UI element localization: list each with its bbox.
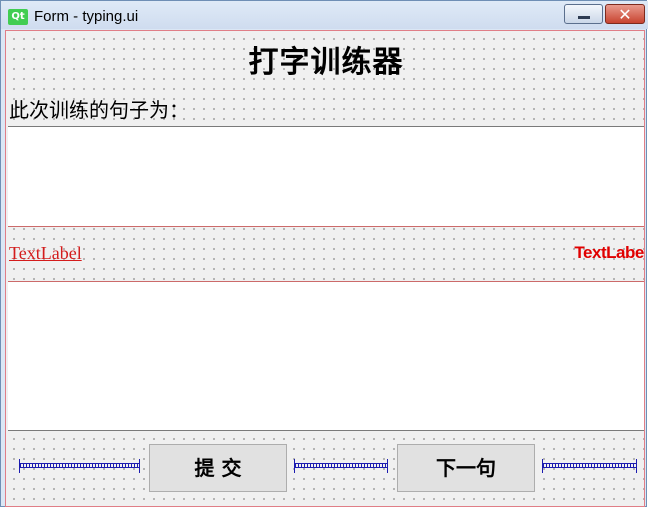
text-label-left: TextLabel <box>9 243 82 263</box>
spacer-spring-icon <box>295 463 387 468</box>
title-bar[interactable]: Qt Form - typing.ui ✕ <box>1 1 648 29</box>
minimize-button[interactable] <box>564 4 603 24</box>
horizontal-spacer-left <box>19 459 140 473</box>
window-title: Form - typing.ui <box>34 8 139 25</box>
qt-logo-icon: Qt <box>8 9 28 25</box>
submit-button[interactable]: 提 交 <box>149 444 287 492</box>
form-canvas: 打字训练器 此次训练的句子为： TextLabel TextLabel 提 交 … <box>5 30 645 507</box>
label-row: TextLabel TextLabel <box>6 227 645 281</box>
spacer-spring-icon <box>543 463 636 468</box>
text-label-right: TextLabel <box>574 243 645 262</box>
typing-input-box[interactable] <box>8 281 644 431</box>
horizontal-spacer-middle <box>294 459 388 473</box>
page-title: 打字训练器 <box>248 45 404 80</box>
sentence-prompt-label: 此次训练的句子为： <box>9 98 189 122</box>
horizontal-spacer-right <box>542 459 637 473</box>
next-sentence-button[interactable]: 下一句 <box>397 444 535 492</box>
minimize-icon <box>578 16 590 19</box>
spacer-spring-icon <box>20 463 139 468</box>
app-window: Qt Form - typing.ui ✕ 打字训练器 此次训练的句子为： Te… <box>0 0 648 507</box>
close-icon: ✕ <box>618 5 632 24</box>
sentence-display-box[interactable] <box>8 126 644 227</box>
close-button[interactable]: ✕ <box>605 4 645 24</box>
